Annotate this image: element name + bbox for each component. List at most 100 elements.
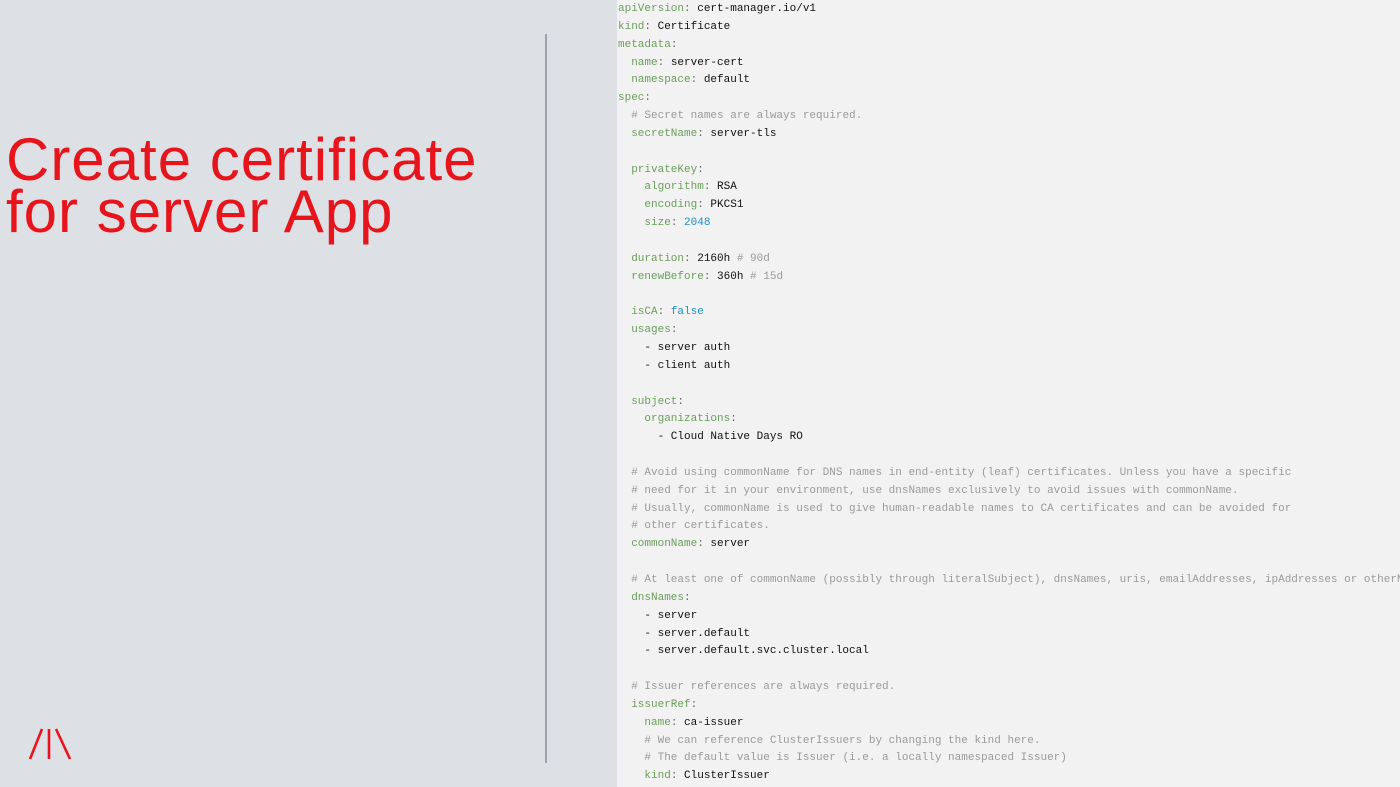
yaml-value [618,324,631,336]
yaml-key: commonName [631,538,698,551]
code-line: duration: 2160h # 90d [618,251,1400,269]
yaml-punctuation: : [670,38,678,51]
code-line: # need for it in your environment, use d… [618,483,1400,501]
yaml-literal: false [670,306,704,319]
yaml-value [618,110,631,122]
yaml-value: Certificate [657,20,731,33]
code-panel[interactable]: apiVersion: cert-manager.io/v1 kind: Cert… [617,0,1400,787]
yaml-literal: 2048 [684,217,711,230]
code-line: renewBefore: 360h # 15d [618,269,1400,287]
yaml-punctuation: : [657,306,671,319]
yaml-value: - server [618,609,698,622]
yaml-key: metadata [618,38,671,51]
code-line: - client auth [618,358,1400,376]
yaml-punctuation: : [703,181,718,194]
yaml-key: name [631,56,658,69]
yaml-comment: # Usually, commonName is used to give hu… [631,502,1292,515]
yaml-value: ca-issuer [684,716,744,729]
code-line: algorithm: RSA [618,179,1400,197]
yaml-key: apiVersion [618,3,685,15]
yaml-value: server [710,538,751,551]
yaml-punctuation: : [677,395,685,408]
yaml-punctuation: : [644,20,658,33]
yaml-value: server-tls [710,127,777,140]
yaml-punctuation: : [697,127,711,140]
code-line: namespace: default [618,72,1400,90]
yaml-value: - client auth [618,359,731,372]
code-line: commonName: server [618,536,1400,554]
yaml-key: spec [618,92,645,105]
yaml-value [618,253,631,265]
yaml-key: name [644,716,671,729]
yaml-key: kind [618,20,645,33]
yaml-key: subject [631,395,678,408]
slide-title-line-2: for server App [6,178,394,245]
yaml-key: usages [631,324,671,337]
code-line: issuerRef: [618,697,1400,715]
yaml-value [618,413,644,425]
code-line: kind: ClusterIssuer [618,768,1400,786]
yaml-value [618,199,644,211]
yaml-key: secretName [631,127,698,140]
code-line: kind: Certificate [618,19,1400,37]
yaml-comment: # Issuer references are always required. [631,681,896,694]
yaml-key: renewBefore [631,270,704,283]
yaml-value [618,699,631,711]
code-line: organizations: [618,411,1400,429]
yaml-punctuation: : [670,324,678,337]
yaml-value [618,181,644,193]
yaml-value [618,592,631,604]
yaml-comment: # The default value is Issuer (i.e. a lo… [644,752,1067,765]
code-line: - Cloud Native Days RO [618,429,1400,447]
yaml-punctuation: : [730,413,737,426]
code-line: # Secret names are always required. [618,108,1400,126]
yaml-value: RSA [717,181,737,194]
code-line: # Avoid using commonName for DNS names i… [618,465,1400,483]
code-line: size: 2048 [618,215,1400,233]
yaml-value: cert-manager.io/v1 [697,3,817,15]
code-line: secretName: server-tls [618,126,1400,144]
yaml-key: privateKey [631,163,698,176]
code-line: usages: [618,322,1400,340]
yaml-comment: # 15d [750,270,784,283]
code-line: subject: [618,394,1400,412]
logo-slashes-icon [28,728,72,760]
yaml-punctuation: : [684,252,698,265]
code-line: apiVersion: cert-manager.io/v1 [618,1,1400,19]
yaml-value [618,164,631,176]
yaml-comment: # Avoid using commonName for DNS names i… [631,466,1292,479]
yaml-punctuation: : [690,698,698,711]
yaml-punctuation: : [670,770,685,783]
yaml-comment: # At least one of commonName (possibly t… [631,574,1400,586]
yaml-comment: # other certificates. [631,520,770,533]
code-line: name: server-cert [618,55,1400,73]
code-line: metadata: [618,37,1400,55]
code-line: name: ca-issuer [618,715,1400,733]
yaml-punctuation: : [644,92,652,105]
yaml-value: 360h [717,270,751,283]
yaml-value [618,485,631,497]
yaml-value [618,681,631,693]
yaml-value [618,306,631,318]
yaml-value: PKCS1 [710,199,744,212]
yaml-punctuation: : [684,591,691,604]
yaml-key: namespace [631,74,691,87]
yaml-comment: # 90d [736,252,770,265]
code-line: - server auth [618,340,1400,358]
yaml-key: issuerRef [631,698,691,711]
code-line: - server [618,608,1400,626]
yaml-code-block: apiVersion: cert-manager.io/v1 kind: Cert… [618,1,1400,786]
yaml-value [618,74,631,86]
code-line: - server.default.svc.cluster.local [618,643,1400,661]
code-line: # The default value is Issuer (i.e. a lo… [618,750,1400,768]
code-line: spec: [618,90,1400,108]
code-line: privateKey: [618,162,1400,180]
yaml-key: kind [644,770,671,783]
yaml-key: isCA [631,306,658,319]
yaml-key: size [644,217,671,230]
yaml-value [618,467,631,479]
